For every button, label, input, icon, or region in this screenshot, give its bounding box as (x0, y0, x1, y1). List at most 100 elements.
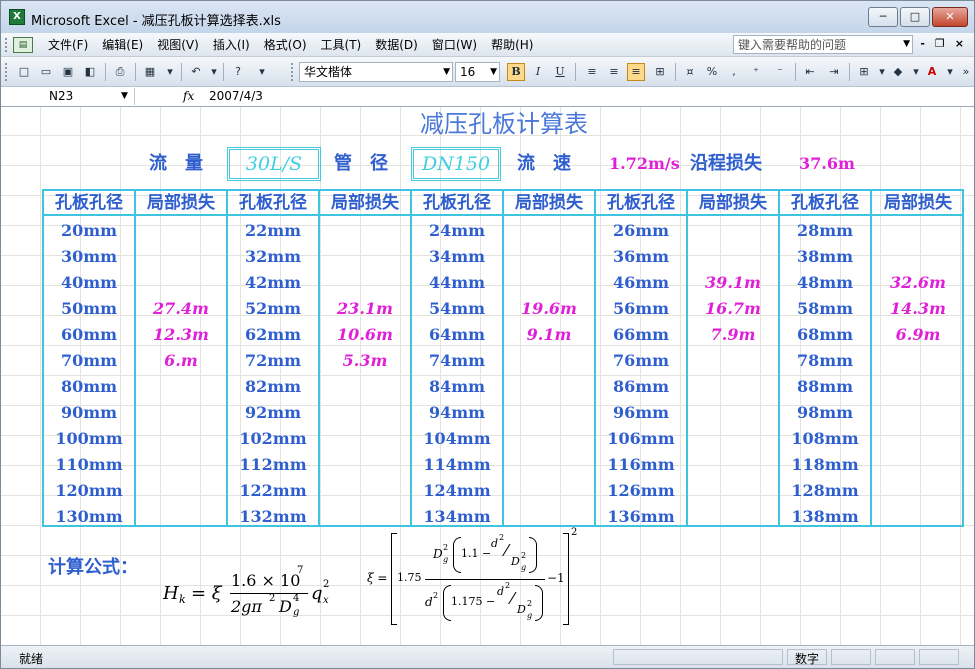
orifice-diameter-cell[interactable]: 22mm (228, 218, 318, 244)
orifice-diameter-cell[interactable]: 122mm (228, 478, 318, 504)
local-loss-cell[interactable] (136, 270, 226, 296)
local-loss-cell[interactable] (136, 504, 226, 530)
orifice-diameter-cell[interactable]: 114mm (412, 452, 502, 478)
orifice-diameter-cell[interactable]: 78mm (780, 348, 870, 374)
orifice-diameter-cell[interactable]: 130mm (44, 504, 134, 530)
insert-function-button[interactable]: fx (183, 88, 194, 105)
local-loss-cell[interactable] (872, 218, 964, 244)
local-loss-cell[interactable] (872, 452, 964, 478)
close-button[interactable]: ✕ (932, 7, 968, 27)
paste-icon[interactable]: ▦ (141, 63, 159, 81)
workbook-minimize-button[interactable]: - (920, 37, 925, 50)
local-loss-cell[interactable] (504, 270, 594, 296)
orifice-diameter-cell[interactable]: 134mm (412, 504, 502, 530)
toolbar-grip-handle[interactable] (291, 63, 295, 81)
menu-grip-handle[interactable] (5, 38, 9, 52)
column-header[interactable]: 孔板孔径 (412, 191, 502, 216)
local-loss-cell[interactable]: 19.6m (504, 296, 594, 322)
orifice-diameter-cell[interactable]: 102mm (228, 426, 318, 452)
column-header[interactable]: 孔板孔径 (596, 191, 686, 216)
local-loss-cell[interactable] (320, 478, 410, 504)
orifice-diameter-cell[interactable]: 38mm (780, 244, 870, 270)
orifice-diameter-cell[interactable]: 126mm (596, 478, 686, 504)
help-icon[interactable]: ? (229, 63, 247, 81)
flow-value[interactable]: 30L/S (227, 147, 321, 181)
local-loss-cell[interactable] (504, 374, 594, 400)
local-loss-cell[interactable] (136, 218, 226, 244)
local-loss-cell[interactable] (688, 218, 778, 244)
local-loss-cell[interactable] (504, 426, 594, 452)
orifice-diameter-cell[interactable]: 138mm (780, 504, 870, 530)
excel-app-icon[interactable]: X (9, 9, 25, 25)
undo-icon[interactable]: ↶ (187, 63, 205, 81)
orifice-diameter-cell[interactable]: 64mm (412, 322, 502, 348)
local-loss-cell[interactable] (136, 400, 226, 426)
local-loss-cell[interactable] (504, 504, 594, 530)
orifice-diameter-cell[interactable]: 132mm (228, 504, 318, 530)
menu-format[interactable]: 格式(O) (257, 37, 314, 53)
orifice-diameter-cell[interactable]: 66mm (596, 322, 686, 348)
orifice-diameter-cell[interactable]: 104mm (412, 426, 502, 452)
local-loss-cell[interactable] (136, 426, 226, 452)
menu-data[interactable]: 数据(D) (368, 37, 425, 53)
currency-icon[interactable]: ¤ (681, 63, 699, 81)
workbook-close-button[interactable]: × (955, 37, 964, 50)
orifice-diameter-cell[interactable]: 48mm (780, 270, 870, 296)
orifice-diameter-cell[interactable]: 96mm (596, 400, 686, 426)
save-icon[interactable]: ▣ (59, 63, 77, 81)
print-icon[interactable]: ⎙ (111, 63, 129, 81)
local-loss-cell[interactable] (320, 218, 410, 244)
orifice-diameter-cell[interactable]: 44mm (412, 270, 502, 296)
orifice-diameter-cell[interactable]: 88mm (780, 374, 870, 400)
percent-button[interactable]: % (703, 63, 721, 81)
orifice-diameter-cell[interactable]: 34mm (412, 244, 502, 270)
menu-insert[interactable]: 插入(I) (206, 37, 257, 53)
orifice-diameter-cell[interactable]: 82mm (228, 374, 318, 400)
decrease-indent-icon[interactable]: ⇤ (801, 63, 819, 81)
local-loss-cell[interactable]: 27.4m (136, 296, 226, 322)
help-dropdown-icon[interactable]: ▼ (903, 36, 910, 52)
maximize-button[interactable]: □ (900, 7, 930, 27)
orifice-diameter-cell[interactable]: 60mm (44, 322, 134, 348)
local-loss-cell[interactable] (688, 504, 778, 530)
underline-button[interactable]: U (551, 63, 569, 81)
orifice-diameter-cell[interactable]: 98mm (780, 400, 870, 426)
column-header[interactable]: 局部损失 (136, 191, 226, 216)
local-loss-cell[interactable] (872, 478, 964, 504)
local-loss-cell[interactable]: 6.m (136, 348, 226, 374)
local-loss-cell[interactable] (504, 400, 594, 426)
local-loss-cell[interactable]: 32.6m (872, 270, 964, 296)
local-loss-cell[interactable] (872, 400, 964, 426)
orifice-diameter-cell[interactable]: 86mm (596, 374, 686, 400)
orifice-diameter-cell[interactable]: 74mm (412, 348, 502, 374)
column-header[interactable]: 局部损失 (688, 191, 778, 216)
fill-color-icon[interactable]: ◆ (889, 63, 907, 81)
merge-center-icon[interactable]: ⊞ (651, 63, 669, 81)
local-loss-cell[interactable]: 7.9m (688, 322, 778, 348)
open-folder-icon[interactable]: ▭ (37, 63, 55, 81)
increase-decimal-icon[interactable]: ⁺ (747, 63, 765, 81)
font-size-select[interactable]: 16 ▼ (455, 62, 500, 82)
workbook-restore-button[interactable]: ❐ (935, 37, 945, 50)
align-left-icon[interactable]: ≡ (583, 63, 601, 81)
decrease-decimal-icon[interactable]: ⁻ (771, 63, 789, 81)
local-loss-cell[interactable] (320, 270, 410, 296)
orifice-diameter-cell[interactable]: 30mm (44, 244, 134, 270)
pipe-value[interactable]: DN150 (411, 147, 501, 181)
column-header[interactable]: 局部损失 (504, 191, 594, 216)
column-header[interactable]: 孔板孔径 (228, 191, 318, 216)
minimize-button[interactable]: ─ (868, 7, 898, 27)
bold-button[interactable]: B (507, 63, 525, 81)
local-loss-cell[interactable]: 12.3m (136, 322, 226, 348)
orifice-diameter-cell[interactable]: 128mm (780, 478, 870, 504)
font-name-select[interactable]: 华文楷体 ▼ (299, 62, 453, 82)
orifice-diameter-cell[interactable]: 46mm (596, 270, 686, 296)
menu-tools[interactable]: 工具(T) (314, 37, 369, 53)
orifice-diameter-cell[interactable]: 84mm (412, 374, 502, 400)
orifice-diameter-cell[interactable]: 80mm (44, 374, 134, 400)
workbook-icon[interactable]: ▤ (13, 37, 33, 53)
local-loss-cell[interactable]: 39.1m (688, 270, 778, 296)
local-loss-cell[interactable] (504, 244, 594, 270)
local-loss-cell[interactable] (504, 452, 594, 478)
borders-icon[interactable]: ⊞ (855, 63, 873, 81)
